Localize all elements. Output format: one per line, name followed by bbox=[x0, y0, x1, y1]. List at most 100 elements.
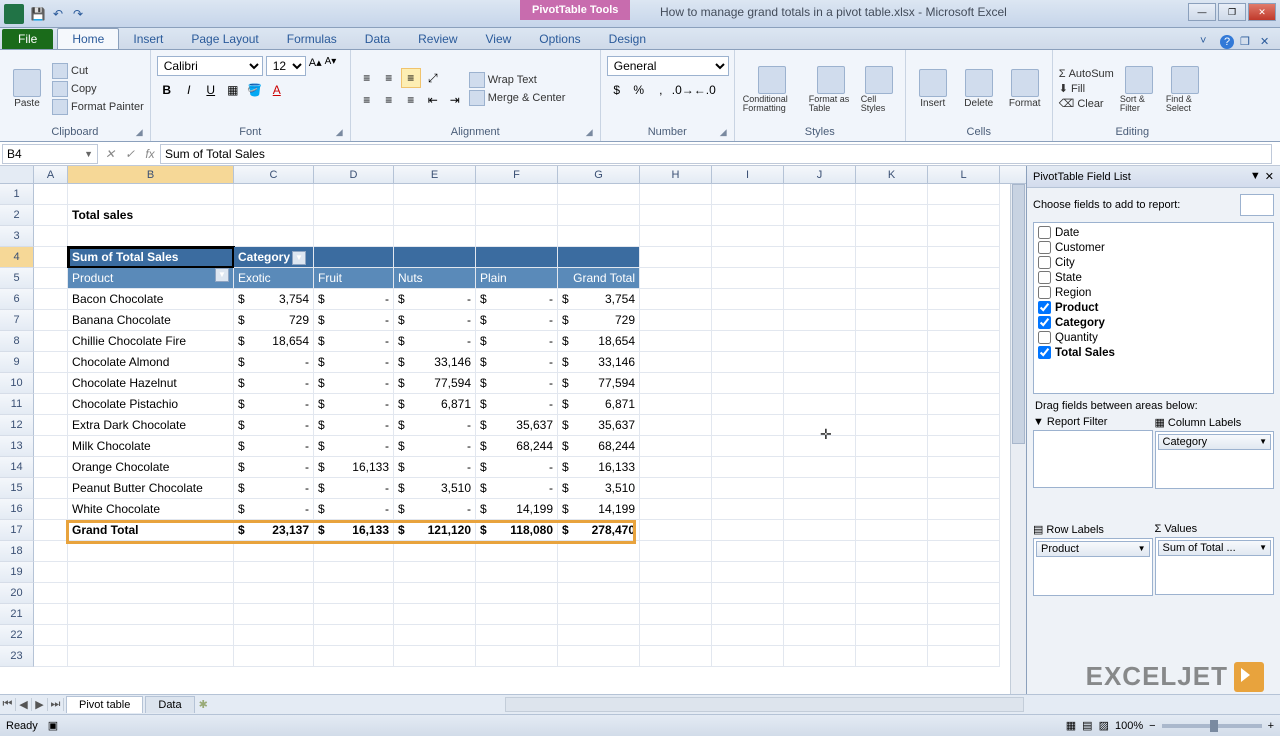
cell[interactable] bbox=[68, 226, 234, 247]
field-total-sales[interactable]: Total Sales bbox=[1036, 345, 1271, 360]
col-header-d[interactable]: D bbox=[314, 166, 394, 183]
col-header-b[interactable]: B bbox=[68, 166, 234, 183]
cell[interactable] bbox=[476, 226, 558, 247]
comma-format-icon[interactable]: , bbox=[651, 80, 671, 100]
category-header[interactable]: Category▼ bbox=[234, 247, 314, 268]
italic-button[interactable]: I bbox=[179, 80, 199, 100]
cell[interactable] bbox=[784, 646, 856, 667]
cell[interactable] bbox=[784, 205, 856, 226]
field-region[interactable]: Region bbox=[1036, 285, 1271, 300]
field-date[interactable]: Date bbox=[1036, 225, 1271, 240]
grand-total-value[interactable]: 278,470 bbox=[558, 520, 640, 541]
tab-nav-first-icon[interactable]: ⏮ bbox=[0, 698, 16, 711]
cell[interactable] bbox=[856, 646, 928, 667]
value-cell[interactable]: - bbox=[394, 499, 476, 520]
column-header[interactable]: Grand Total bbox=[558, 268, 640, 289]
field-checkbox[interactable] bbox=[1038, 226, 1051, 239]
col-header-f[interactable]: F bbox=[476, 166, 558, 183]
value-cell[interactable]: - bbox=[476, 352, 558, 373]
horizontal-scrollbar[interactable] bbox=[505, 697, 1024, 712]
field-checkbox[interactable] bbox=[1038, 346, 1051, 359]
font-launcher-icon[interactable]: ◢ bbox=[336, 127, 348, 139]
row-header[interactable]: 9 bbox=[0, 352, 34, 373]
cell[interactable] bbox=[928, 625, 1000, 646]
cell[interactable] bbox=[856, 541, 928, 562]
cell[interactable] bbox=[928, 310, 1000, 331]
field-checkbox[interactable] bbox=[1038, 271, 1051, 284]
new-sheet-icon[interactable]: ✱ bbox=[199, 698, 208, 711]
report-filter-box[interactable] bbox=[1033, 430, 1153, 488]
sort-filter-button[interactable]: Sort & Filter bbox=[1118, 52, 1160, 126]
value-cell[interactable]: 16,133 bbox=[558, 457, 640, 478]
value-cell[interactable]: 68,244 bbox=[476, 436, 558, 457]
border-button[interactable]: ▦ bbox=[223, 80, 243, 100]
pivot-header[interactable] bbox=[394, 247, 476, 268]
cell[interactable] bbox=[34, 646, 68, 667]
row-header[interactable]: 14 bbox=[0, 457, 34, 478]
value-cell[interactable]: - bbox=[234, 478, 314, 499]
cell[interactable] bbox=[784, 520, 856, 541]
cell[interactable] bbox=[712, 373, 784, 394]
value-cell[interactable]: - bbox=[394, 436, 476, 457]
shrink-font-icon[interactable]: A▾ bbox=[325, 56, 337, 76]
cell[interactable] bbox=[558, 646, 640, 667]
cell[interactable] bbox=[234, 226, 314, 247]
cell[interactable] bbox=[314, 604, 394, 625]
row-header[interactable]: 17 bbox=[0, 520, 34, 541]
cell[interactable] bbox=[784, 247, 856, 268]
cell[interactable] bbox=[712, 604, 784, 625]
value-cell[interactable]: - bbox=[476, 331, 558, 352]
cell[interactable] bbox=[558, 541, 640, 562]
field-customer[interactable]: Customer bbox=[1036, 240, 1271, 255]
value-cell[interactable]: - bbox=[476, 394, 558, 415]
value-cell[interactable]: - bbox=[394, 457, 476, 478]
cell[interactable] bbox=[68, 604, 234, 625]
col-header-h[interactable]: H bbox=[640, 166, 712, 183]
cell[interactable] bbox=[34, 457, 68, 478]
minimize-button[interactable]: — bbox=[1188, 3, 1216, 21]
value-cell[interactable]: 18,654 bbox=[558, 331, 640, 352]
underline-button[interactable]: U bbox=[201, 80, 221, 100]
cell[interactable] bbox=[34, 226, 68, 247]
field-list-dropdown-icon[interactable]: ▼ bbox=[1250, 170, 1261, 183]
cell[interactable] bbox=[34, 562, 68, 583]
formula-input[interactable]: Sum of Total Sales bbox=[160, 144, 1272, 164]
worksheet-grid[interactable]: A B C D E F G H I J K L 12Total sales34S… bbox=[0, 166, 1026, 694]
number-format-select[interactable]: General bbox=[607, 56, 729, 76]
row-header[interactable]: 16 bbox=[0, 499, 34, 520]
page-break-view-icon[interactable]: ▨ bbox=[1099, 719, 1109, 732]
normal-view-icon[interactable]: ▦ bbox=[1066, 719, 1076, 732]
grow-font-icon[interactable]: A▴ bbox=[309, 56, 322, 76]
cell[interactable] bbox=[712, 625, 784, 646]
row-header[interactable]: 1 bbox=[0, 184, 34, 205]
font-name-select[interactable]: Calibri bbox=[157, 56, 263, 76]
delete-cells-button[interactable]: Delete bbox=[958, 52, 1000, 126]
format-painter-button[interactable]: Format Painter bbox=[52, 99, 144, 115]
value-cell[interactable]: - bbox=[234, 457, 314, 478]
cell[interactable] bbox=[34, 310, 68, 331]
fill-button[interactable]: ⬇Fill bbox=[1059, 82, 1114, 95]
scrollbar-thumb[interactable] bbox=[1012, 184, 1025, 444]
cell[interactable] bbox=[856, 457, 928, 478]
cell[interactable] bbox=[784, 331, 856, 352]
cell[interactable] bbox=[784, 457, 856, 478]
cell[interactable] bbox=[928, 604, 1000, 625]
cell[interactable] bbox=[640, 583, 712, 604]
cell[interactable] bbox=[928, 457, 1000, 478]
cell[interactable] bbox=[68, 625, 234, 646]
cell[interactable] bbox=[394, 226, 476, 247]
cell[interactable] bbox=[856, 436, 928, 457]
cell[interactable] bbox=[928, 415, 1000, 436]
cell[interactable] bbox=[640, 499, 712, 520]
product-name[interactable]: Milk Chocolate bbox=[68, 436, 234, 457]
grand-total-value[interactable]: 16,133 bbox=[314, 520, 394, 541]
clipboard-launcher-icon[interactable]: ◢ bbox=[136, 127, 148, 139]
cell[interactable] bbox=[712, 646, 784, 667]
copy-button[interactable]: Copy bbox=[52, 81, 144, 97]
value-cell[interactable]: 16,133 bbox=[314, 457, 394, 478]
value-cell[interactable]: - bbox=[476, 457, 558, 478]
cell[interactable] bbox=[784, 352, 856, 373]
cell[interactable] bbox=[928, 373, 1000, 394]
row-header[interactable]: 3 bbox=[0, 226, 34, 247]
cell[interactable] bbox=[784, 373, 856, 394]
